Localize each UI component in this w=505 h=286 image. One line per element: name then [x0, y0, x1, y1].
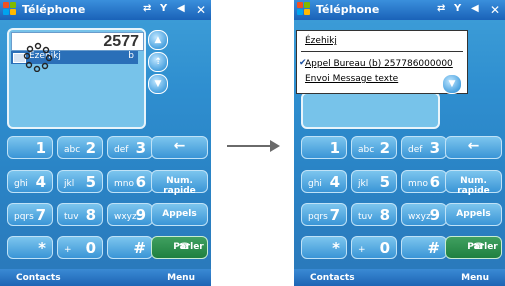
calls-button[interactable]: Appels [151, 203, 208, 226]
key-1[interactable]: 1 [7, 136, 53, 159]
menu-item-send-text[interactable]: Envoi Message texte [305, 74, 398, 84]
app-title: Téléphone [316, 3, 380, 16]
softkey-menu[interactable]: Menu [167, 273, 195, 283]
key-star[interactable]: * [301, 236, 347, 259]
title-bar: Téléphone ⇄ Y ◀ ✕ [294, 0, 505, 20]
key-star[interactable]: * [7, 236, 53, 259]
volume-icon[interactable]: ◀ [471, 3, 479, 14]
key-4[interactable]: ghi 4 [7, 170, 53, 193]
key-9[interactable]: wxyz 9 [401, 203, 447, 226]
signal-icon[interactable]: Y [454, 3, 461, 14]
title-bar: Téléphone ⇄ Y ◀ ✕ [0, 0, 211, 20]
close-icon[interactable]: ✕ [194, 3, 208, 17]
windows-start-icon[interactable] [297, 2, 312, 17]
softkey-bar: Contacts Menu [294, 269, 505, 286]
key-4[interactable]: ghi 4 [301, 170, 347, 193]
key-7[interactable]: pqrs 7 [301, 203, 347, 226]
connectivity-icon[interactable]: ⇄ [143, 3, 151, 14]
softkey-contacts[interactable]: Contacts [310, 273, 355, 283]
backspace-button[interactable]: ← [445, 136, 502, 159]
backspace-button[interactable]: ← [151, 136, 208, 159]
menu-header-contact: Ézehikj [305, 36, 337, 46]
key-2[interactable]: abc 2 [351, 136, 397, 159]
talk-button[interactable]: ☎ Parler [445, 236, 502, 259]
contact-number-type: b [128, 51, 134, 61]
talk-button[interactable]: ☎ Parler [151, 236, 208, 259]
dial-display: 2577 Ézehikj b [7, 28, 146, 129]
key-7[interactable]: pqrs 7 [7, 203, 53, 226]
key-0[interactable]: +0 [57, 236, 103, 259]
key-9[interactable]: wxyz 9 [107, 203, 153, 226]
softkey-contacts[interactable]: Contacts [16, 273, 61, 283]
arrow-head-icon [270, 140, 280, 152]
key-8[interactable]: tuv 8 [351, 203, 397, 226]
key-6[interactable]: mno 6 [107, 170, 153, 193]
scroll-up-small-button[interactable]: ⇡ [148, 52, 168, 72]
connectivity-icon[interactable]: ⇄ [437, 3, 445, 14]
scroll-down-button[interactable]: ▼ [148, 74, 168, 94]
key-2[interactable]: abc 2 [57, 136, 103, 159]
key-3[interactable]: def 3 [401, 136, 447, 159]
menu-item-call-office[interactable]: Appel Bureau (b) 257786000000 [305, 59, 453, 69]
phone-screen-before: Téléphone ⇄ Y ◀ ✕ 2577 Ézehikj b ▲ ⇡ ▼ 1… [0, 0, 211, 286]
app-title: Téléphone [22, 3, 86, 16]
key-6[interactable]: mno 6 [401, 170, 447, 193]
key-5[interactable]: jkl 5 [351, 170, 397, 193]
windows-start-icon[interactable] [3, 2, 18, 17]
calls-button[interactable]: Appels [445, 203, 502, 226]
transition-arrow [227, 145, 273, 147]
softkey-bar: Contacts Menu [0, 269, 211, 286]
dial-display [301, 92, 440, 129]
key-5[interactable]: jkl 5 [57, 170, 103, 193]
softkey-menu[interactable]: Menu [461, 273, 489, 283]
menu-divider [301, 51, 463, 52]
key-0[interactable]: +0 [351, 236, 397, 259]
key-hash[interactable]: # [401, 236, 447, 259]
key-hash[interactable]: # [107, 236, 153, 259]
phone-screen-after: Téléphone ⇄ Y ◀ ✕ Ézehikj ✔ Appel Bureau… [294, 0, 505, 286]
tap-hold-indicator-icon [23, 42, 53, 72]
close-icon[interactable]: ✕ [488, 3, 502, 17]
volume-icon[interactable]: ◀ [177, 3, 185, 14]
signal-icon[interactable]: Y [160, 3, 167, 14]
scroll-up-button[interactable]: ▲ [148, 30, 168, 50]
scroll-down-button[interactable]: ▼ [442, 74, 462, 94]
speed-dial-button[interactable]: Num. rapide [151, 170, 208, 196]
key-1[interactable]: 1 [301, 136, 347, 159]
key-8[interactable]: tuv 8 [57, 203, 103, 226]
speed-dial-button[interactable]: Num. rapide [445, 170, 502, 196]
key-3[interactable]: def 3 [107, 136, 153, 159]
